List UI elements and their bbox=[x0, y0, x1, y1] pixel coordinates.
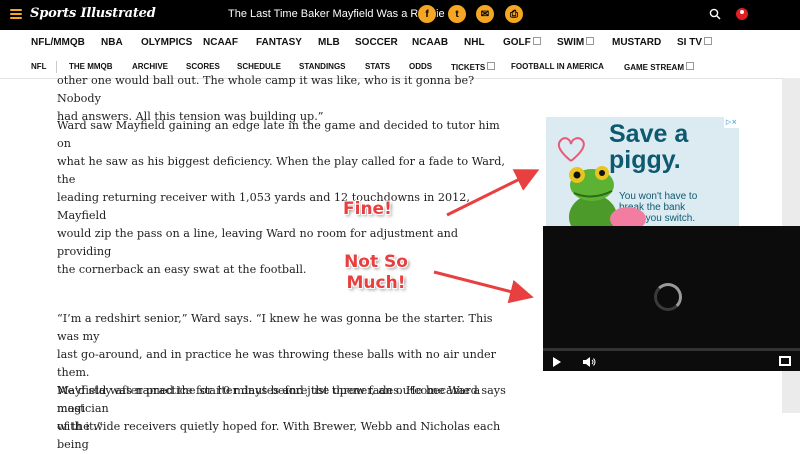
subnav-item-odds[interactable]: ODDS bbox=[409, 62, 432, 71]
text-line: “I’m a redshirt senior,” Ward says. “I k… bbox=[57, 312, 493, 343]
annotation-line: Much! bbox=[346, 273, 406, 293]
print-icon[interactable]: ⎙ bbox=[504, 4, 524, 24]
subnav-item-scores[interactable]: SCORES bbox=[186, 62, 220, 71]
subnav-item-nfl[interactable]: NFL bbox=[31, 62, 47, 71]
site-logo[interactable]: Sports Illustrated bbox=[30, 6, 156, 21]
nav-item-olympics[interactable]: OLYMPICS bbox=[141, 37, 192, 48]
annotation-not-so-much: Not So Much! bbox=[342, 252, 410, 294]
subnav-item-label: TICKETS bbox=[451, 63, 486, 72]
facebook-icon[interactable]: f bbox=[417, 4, 437, 24]
external-link-icon bbox=[686, 62, 694, 70]
nav-item-golf[interactable]: GOLF bbox=[503, 37, 541, 48]
nav-item-ncaaf[interactable]: NCAAF bbox=[203, 37, 238, 48]
annotation-fine: Fine! bbox=[343, 199, 392, 219]
nav-item-label: SWIM bbox=[557, 37, 585, 48]
play-icon[interactable] bbox=[553, 357, 561, 367]
user-avatar-icon[interactable] bbox=[736, 8, 748, 20]
text-line: what he saw as his biggest deficiency. W… bbox=[57, 155, 505, 186]
nav-item-fantasy[interactable]: FANTASY bbox=[256, 37, 302, 48]
external-link-icon bbox=[487, 62, 496, 70]
nav-item-swim[interactable]: SWIM bbox=[557, 37, 595, 48]
nav-item-mustard[interactable]: MUSTARD bbox=[612, 37, 661, 48]
nav-item-mlb[interactable]: MLB bbox=[318, 37, 340, 48]
search-icon[interactable] bbox=[709, 8, 721, 20]
text-line: last go-around, and in practice he was t… bbox=[57, 348, 496, 379]
external-link-icon bbox=[704, 37, 713, 45]
primary-nav: NFL/MMQB NBA OLYMPICS NCAAF FANTASY MLB … bbox=[0, 30, 800, 57]
video-player[interactable] bbox=[543, 226, 800, 371]
nav-item-soccer[interactable]: SOCCER bbox=[355, 37, 398, 48]
subnav-item-archive[interactable]: ARCHIVE bbox=[132, 62, 168, 71]
text-line: would zip the pass on a line, leaving Wa… bbox=[57, 227, 459, 258]
volume-icon[interactable] bbox=[583, 357, 597, 367]
fullscreen-icon[interactable] bbox=[779, 356, 791, 366]
text-line: of the wide receivers quietly hoped for.… bbox=[57, 420, 501, 451]
subnav-item-schedule[interactable]: SCHEDULE bbox=[237, 62, 281, 71]
external-link-icon bbox=[586, 37, 595, 45]
text-line: leading returning receiver with 1,053 ya… bbox=[57, 191, 470, 222]
nav-item-ncaab[interactable]: NCAAB bbox=[412, 37, 448, 48]
external-link-icon bbox=[532, 37, 541, 45]
adchoices-icon[interactable]: ▷× bbox=[724, 117, 739, 128]
text-line: the cornerback an easy swat at the footb… bbox=[57, 263, 307, 276]
text-line: Ward saw Mayfield gaining an edge late i… bbox=[57, 119, 500, 150]
video-progress-bar[interactable] bbox=[543, 348, 800, 351]
twitter-icon[interactable]: t bbox=[447, 4, 467, 24]
email-icon[interactable]: ✉ bbox=[475, 4, 495, 24]
subnav-item-stats[interactable]: STATS bbox=[365, 62, 390, 71]
subnav-item-football-in-america[interactable]: FOOTBALL IN AMERICA bbox=[511, 62, 604, 71]
text-line: other one would ball out. The whole camp… bbox=[57, 74, 475, 105]
loading-spinner-icon bbox=[654, 283, 682, 311]
subnav-item-label: GAME STREAM bbox=[624, 63, 684, 72]
subnav-item-standings[interactable]: STANDINGS bbox=[299, 62, 346, 71]
annotation-line: Not So bbox=[344, 252, 408, 272]
menu-icon[interactable] bbox=[10, 9, 22, 19]
ad-headline-line: Save a bbox=[609, 120, 689, 148]
nav-item-nfl-mmqb[interactable]: NFL/MMQB bbox=[31, 37, 85, 48]
subnav-item-game-stream[interactable]: GAME STREAM bbox=[624, 62, 694, 72]
subnav-item-tickets[interactable]: TICKETS bbox=[451, 62, 496, 72]
nav-item-label: SI TV bbox=[677, 37, 703, 48]
top-bar: Sports Illustrated The Last Time Baker M… bbox=[0, 0, 800, 30]
advertisement[interactable]: Save a piggy. You won't have to break th… bbox=[546, 117, 739, 233]
article-paragraph: Mayfield was named the starter days befo… bbox=[57, 382, 507, 454]
article-headline: The Last Time Baker Mayfield Was a Rooki… bbox=[228, 8, 445, 20]
nav-item-nba[interactable]: NBA bbox=[101, 37, 123, 48]
nav-item-si-tv[interactable]: SI TV bbox=[677, 37, 713, 48]
subnav-item-the-mmqb[interactable]: THE MMQB bbox=[69, 62, 113, 71]
article-paragraph: Ward saw Mayfield gaining an edge late i… bbox=[57, 117, 507, 279]
nav-item-label: GOLF bbox=[503, 37, 531, 48]
nav-item-nhl[interactable]: NHL bbox=[464, 37, 485, 48]
